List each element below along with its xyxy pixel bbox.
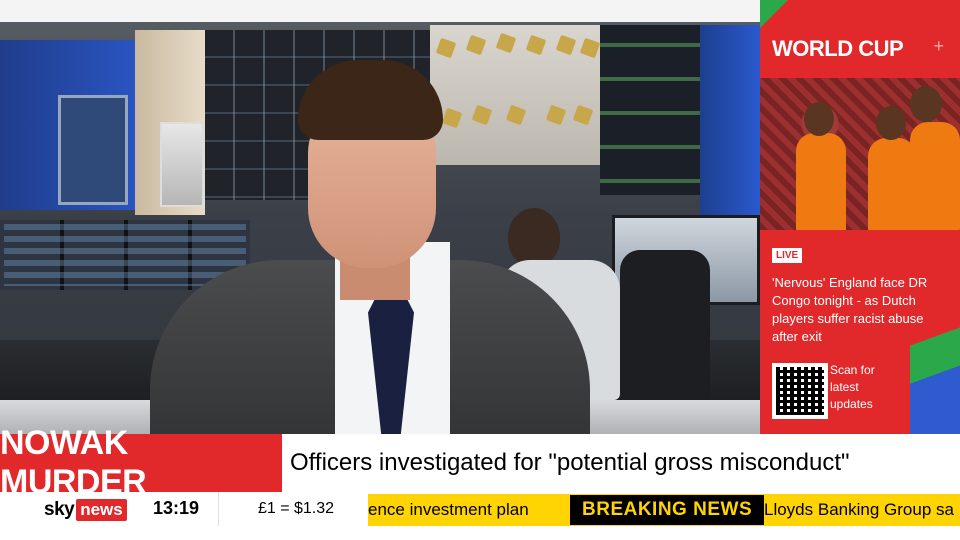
award-icon [435, 37, 457, 59]
world-cup-header: WORLD CUP + [760, 0, 960, 78]
headline-tag-label: NOWAK MURDER [0, 424, 147, 501]
player-figure [868, 138, 916, 230]
player-head [910, 86, 942, 122]
headline-tag: NOWAK MURDER [0, 424, 282, 501]
world-cup-title: WORLD CUP [772, 36, 904, 61]
news-logo-badge: news [76, 499, 127, 521]
player-figure [910, 122, 960, 230]
qr-code[interactable] [772, 363, 828, 419]
office-chair [620, 250, 710, 400]
ticker-item: ence investment plan [368, 500, 529, 519]
qr-code-pattern [776, 367, 824, 415]
studio-door [58, 95, 128, 205]
breaking-news-badge: BREAKING NEWS [570, 495, 765, 525]
sky-logo-text: sky [44, 499, 75, 520]
green-corner-accent [760, 0, 788, 28]
live-badge: LIVE [772, 248, 803, 263]
news-presenter [150, 60, 590, 442]
sky-news-logo: sky news [44, 498, 127, 522]
award-icon [555, 34, 577, 56]
studio-right-screens [600, 25, 700, 195]
award-icon [465, 34, 487, 56]
award-icon [579, 37, 601, 59]
studio-blue-panel [700, 25, 762, 215]
player-figure [796, 133, 846, 230]
award-icon [495, 32, 517, 54]
ticker-item: Lloyds Banking Group sa [764, 500, 954, 519]
currency-rate: £1 = $1.32 [218, 492, 373, 526]
player-head [876, 106, 906, 140]
world-cup-panel: WORLD CUP + LIVE 'Nervous' England face … [760, 0, 960, 434]
player-head [804, 102, 834, 136]
award-icon [525, 34, 547, 56]
panel-color-stripe [910, 300, 960, 434]
headline-text: Officers investigated for "potential gro… [290, 449, 850, 476]
news-ticker: ence investment plan BREAKING NEWS Lloyd… [368, 494, 960, 526]
football-players-photo [760, 78, 960, 230]
broadcast-clock: 13:19 [153, 498, 200, 518]
top-white-strip [0, 0, 760, 22]
qr-caption: Scan for latest updates [830, 363, 875, 411]
presenter-hair [298, 60, 443, 140]
plus-icon: + [933, 36, 944, 56]
